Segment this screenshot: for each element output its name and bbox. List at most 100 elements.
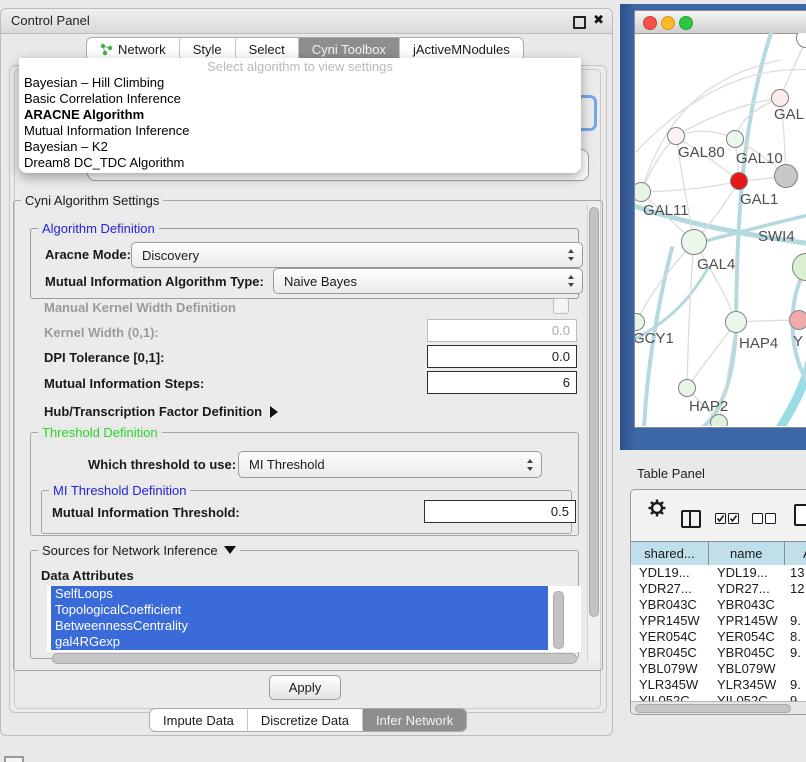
network-node[interactable] bbox=[678, 379, 696, 397]
table-cell[interactable]: YER054C bbox=[709, 629, 785, 645]
table-cell[interactable]: YBL079W bbox=[631, 661, 709, 677]
checkbox-unchecked-icon[interactable] bbox=[752, 513, 763, 524]
which-threshold-combo[interactable]: MI Threshold bbox=[238, 451, 542, 478]
table-row[interactable]: YDR27...YDR27...12 bbox=[631, 581, 806, 597]
settings-vertical-scrollbar[interactable] bbox=[587, 204, 600, 662]
network-canvas[interactable]: GALGAL80GAL10GAL1GAL11GAL4SWI4GCY1HAP4YH… bbox=[635, 33, 806, 426]
algorithm-option[interactable]: Bayesian – K2 bbox=[19, 139, 581, 155]
table-row[interactable]: YIL052CYIL052C9 bbox=[631, 693, 806, 701]
table-row[interactable]: YDL19...YDL19...13 bbox=[631, 565, 806, 581]
algorithm-option[interactable]: Basic Correlation Inference bbox=[19, 91, 581, 107]
data-attributes-list[interactable]: SelfLoopsTopologicalCoefficientBetweenne… bbox=[47, 586, 581, 652]
table-cell[interactable]: YDR27... bbox=[709, 581, 785, 597]
table-row[interactable]: YLR345WYLR345W9. bbox=[631, 677, 806, 693]
table-cell[interactable]: 9. bbox=[785, 613, 806, 629]
table-row[interactable]: YBR043CYBR043C bbox=[631, 597, 806, 613]
column-header-third[interactable]: A bbox=[785, 542, 806, 565]
data-attribute-item[interactable]: gal4RGexp bbox=[51, 634, 548, 650]
table-cell[interactable]: YLR345W bbox=[631, 677, 709, 693]
network-node[interactable] bbox=[792, 253, 806, 281]
list-scrollbar-thumb[interactable] bbox=[553, 591, 564, 649]
manual-kernel-checkbox[interactable] bbox=[553, 298, 569, 314]
sources-group-title[interactable]: Sources for Network Inference bbox=[38, 543, 240, 558]
table-row[interactable]: YBR045CYBR045C9. bbox=[631, 645, 806, 661]
zoom-button[interactable] bbox=[679, 16, 693, 30]
close-button[interactable] bbox=[643, 16, 657, 30]
table-cell[interactable]: 12 bbox=[785, 581, 806, 597]
kernel-width-field[interactable]: 0.0 bbox=[427, 319, 577, 342]
data-attribute-item[interactable]: SelfLoops bbox=[51, 586, 548, 602]
checkbox-unchecked-icon[interactable] bbox=[765, 513, 776, 524]
algorithm-option[interactable]: Dream8 DC_TDC Algorithm bbox=[19, 155, 581, 171]
settings-horizontal-scrollbar-thumb[interactable] bbox=[52, 653, 577, 664]
table-cell[interactable]: 9 bbox=[785, 693, 806, 701]
network-window[interactable]: GALGAL80GAL10GAL1GAL11GAL4SWI4GCY1HAP4YH… bbox=[634, 10, 806, 428]
split-columns-icon[interactable] bbox=[681, 510, 701, 528]
network-node[interactable] bbox=[635, 313, 645, 331]
table-row[interactable]: YER054CYER054C8. bbox=[631, 629, 806, 645]
scrollbar-thumb[interactable] bbox=[589, 207, 599, 617]
table-cell[interactable]: 9. bbox=[785, 645, 806, 661]
scrollbar-thumb[interactable] bbox=[635, 704, 791, 713]
table-cell[interactable]: 8. bbox=[785, 629, 806, 645]
table-cell[interactable]: YBR043C bbox=[709, 597, 785, 613]
table-cell[interactable]: 9. bbox=[785, 677, 806, 693]
gear-icon[interactable] bbox=[648, 499, 666, 517]
algorithm-option[interactable]: ARACNE Algorithm bbox=[19, 107, 581, 123]
checkbox-checked-icon[interactable] bbox=[728, 513, 739, 524]
table-cell[interactable]: YPR145W bbox=[709, 613, 785, 629]
table-cell[interactable]: YDR27... bbox=[631, 581, 709, 597]
table-cell[interactable]: YBR045C bbox=[631, 645, 709, 661]
data-attribute-item[interactable]: BetweennessCentrality bbox=[51, 618, 548, 634]
apply-button[interactable]: Apply bbox=[269, 675, 341, 700]
float-icon[interactable] bbox=[573, 16, 586, 29]
table-cell[interactable]: YIL052C bbox=[709, 693, 785, 701]
network-node[interactable] bbox=[726, 130, 744, 148]
table-cell[interactable]: YLR345W bbox=[709, 677, 785, 693]
table-horizontal-scrollbar[interactable] bbox=[631, 701, 806, 715]
table-cell[interactable]: YBL079W bbox=[709, 661, 785, 677]
algorithm-option[interactable]: Mutual Information Inference bbox=[19, 123, 581, 139]
table-cell[interactable]: YDL19... bbox=[709, 565, 785, 581]
network-node[interactable] bbox=[730, 172, 748, 190]
table-cell[interactable]: YPR145W bbox=[631, 613, 709, 629]
table-cell[interactable]: YER054C bbox=[631, 629, 709, 645]
tab-impute-data[interactable]: Impute Data bbox=[150, 709, 247, 731]
network-node[interactable] bbox=[635, 182, 651, 202]
checkbox-checked-icon[interactable] bbox=[715, 513, 726, 524]
column-header-name[interactable]: name bbox=[709, 542, 785, 565]
table-cell[interactable]: YBR043C bbox=[631, 597, 709, 613]
dpi-tolerance-field[interactable]: 0.0 bbox=[427, 345, 577, 368]
network-node[interactable] bbox=[667, 127, 685, 145]
network-node[interactable] bbox=[771, 89, 789, 107]
algorithm-option[interactable]: Bayesian – Hill Climbing bbox=[19, 75, 581, 91]
network-node[interactable] bbox=[789, 310, 806, 330]
network-node[interactable] bbox=[725, 311, 747, 333]
table-cell[interactable]: YBR045C bbox=[709, 645, 785, 661]
table-cell[interactable] bbox=[785, 597, 806, 613]
network-window-titlebar[interactable] bbox=[635, 11, 806, 34]
aracne-mode-combo[interactable]: Discovery bbox=[131, 242, 583, 268]
column-header-shared-name[interactable]: shared... bbox=[631, 542, 709, 565]
tab-discretize-data[interactable]: Discretize Data bbox=[247, 709, 362, 731]
table-cell[interactable]: YIL052C bbox=[631, 693, 709, 701]
network-node[interactable] bbox=[681, 229, 707, 255]
mi-type-combo[interactable]: Naive Bayes bbox=[273, 268, 583, 294]
network-node[interactable] bbox=[774, 164, 798, 188]
minimize-button[interactable] bbox=[661, 16, 675, 30]
tab-infer-network[interactable]: Infer Network bbox=[362, 709, 466, 731]
table-cell[interactable]: YDL19... bbox=[631, 565, 709, 581]
table-row[interactable]: YBL079WYBL079W bbox=[631, 661, 806, 677]
hub-section-toggle[interactable]: Hub/Transcription Factor Definition bbox=[44, 404, 278, 419]
network-node[interactable] bbox=[710, 414, 728, 426]
corner-panel-icon[interactable] bbox=[4, 756, 24, 762]
data-attribute-item[interactable]: TopologicalCoefficient bbox=[51, 602, 548, 618]
mi-threshold-field[interactable]: 0.5 bbox=[424, 500, 576, 523]
close-icon[interactable]: ✖ bbox=[593, 12, 604, 28]
control-panel-titlebar[interactable]: Control Panel ✖ bbox=[1, 9, 612, 34]
mi-steps-field[interactable]: 6 bbox=[427, 371, 577, 394]
table-cell[interactable] bbox=[785, 661, 806, 677]
table-cell[interactable]: 13 bbox=[785, 565, 806, 581]
table-row[interactable]: YPR145WYPR145W9. bbox=[631, 613, 806, 629]
network-node[interactable] bbox=[796, 33, 806, 48]
